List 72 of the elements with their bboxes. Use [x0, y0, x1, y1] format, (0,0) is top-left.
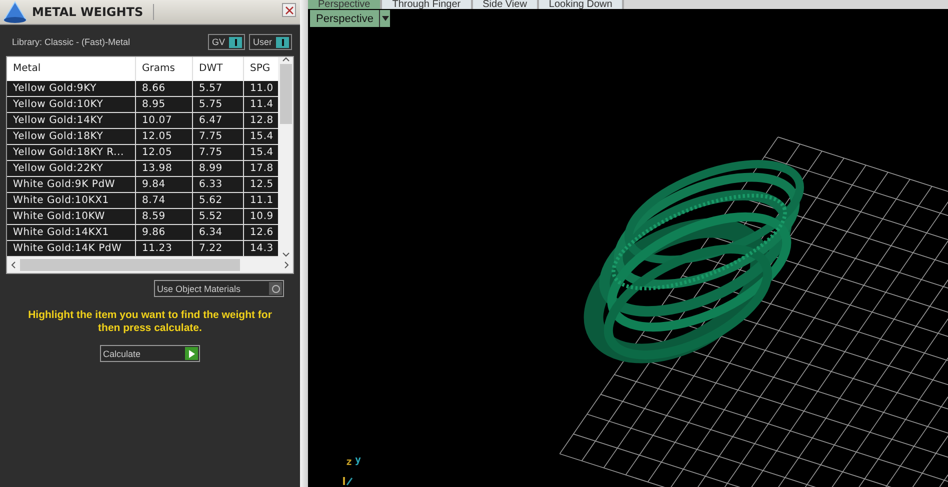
table-cell: 5.52	[193, 209, 244, 225]
toggle-button[interactable]: User	[248, 34, 292, 50]
table-cell: Yellow Gold:22KY	[7, 161, 136, 177]
view-dropdown[interactable]: Perspective	[310, 10, 390, 27]
table-cell: White Gold:14KX1	[7, 225, 136, 241]
table-cell: Yellow Gold:10KY	[7, 97, 136, 113]
table-cell: White Gold:10KW	[7, 209, 136, 225]
pyramid-logo-icon	[2, 0, 28, 24]
table-cell: 5.57	[193, 81, 244, 97]
table-cell: 6.34	[193, 225, 244, 241]
table-cell: 6.33	[193, 177, 244, 193]
table-cell: 11.0	[244, 81, 278, 97]
view-tab[interactable]: Side View	[472, 0, 539, 9]
table-cell: 12.05	[136, 145, 193, 161]
table-cell: 13.98	[136, 161, 193, 177]
3d-viewport[interactable]: Perspective z y	[308, 9, 948, 487]
play-icon	[188, 350, 194, 358]
table-cell: White Gold:10KX1	[7, 193, 136, 209]
table-cell: 8.59	[136, 209, 193, 225]
table-cell: 14.3	[244, 241, 278, 257]
calculate-button[interactable]: Calculate	[100, 345, 200, 362]
caret-icon	[382, 16, 389, 21]
table-cell: 12.8	[244, 113, 278, 129]
table-cell: 12.5	[244, 177, 278, 193]
table-cell: 8.74	[136, 193, 193, 209]
table-cell: 17.8	[244, 161, 278, 177]
table-cell: White Gold:9K PdW	[7, 177, 136, 193]
scroll-left-icon[interactable]	[11, 261, 16, 269]
view-tab[interactable]: Looking Down	[538, 0, 624, 9]
close-button[interactable]	[282, 3, 296, 17]
scroll-up-icon[interactable]	[282, 57, 290, 62]
table-cell: 9.84	[136, 177, 193, 193]
table-cell: 7.75	[193, 145, 244, 161]
axis-gizmo-drawing	[343, 477, 353, 486]
scroll-thumb[interactable]	[280, 64, 292, 124]
horizontal-scrollbar[interactable]	[7, 257, 293, 273]
panel-title: METAL WEIGHTS	[32, 4, 154, 20]
view-tab[interactable]: Through Finger	[382, 0, 473, 9]
table-cell: 11.23	[136, 241, 193, 257]
table-cell: White Gold:14K PdW	[7, 241, 136, 257]
table-cell: 10.07	[136, 113, 193, 129]
table-cell: 15.4	[244, 145, 278, 161]
table-cell: 5.75	[193, 97, 244, 113]
table-cell: 5.62	[193, 193, 244, 209]
scroll-thumb[interactable]	[20, 259, 240, 271]
table-cell: 9.86	[136, 225, 193, 241]
y-axis-label: y	[355, 455, 362, 466]
table-cell: 15.4	[244, 129, 278, 145]
z-axis-label: z	[346, 457, 352, 468]
table-cell: 7.75	[193, 129, 244, 145]
table-cell: Yellow Gold:14KY	[7, 113, 136, 129]
toggle-button[interactable]: GV	[208, 34, 245, 50]
table-cell: Yellow Gold:18KY	[7, 129, 136, 145]
table-cell: 12.6	[244, 225, 278, 241]
view-tab[interactable]: Perspective	[308, 0, 382, 9]
table-cell: 10.9	[244, 209, 278, 225]
table-cell: 11.4	[244, 97, 278, 113]
instruction-text: Highlight the item you want to find the weight for then press calculate.	[27, 309, 273, 335]
table-cell: 8.66	[136, 81, 193, 97]
scroll-down-icon[interactable]	[282, 252, 290, 257]
table-cell: 8.99	[193, 161, 244, 177]
table-cell: Yellow Gold:18KY R...	[7, 145, 136, 161]
table-cell: 6.47	[193, 113, 244, 129]
vertical-scrollbar[interactable]	[278, 57, 293, 257]
table-cell: 12.05	[136, 129, 193, 145]
table-cell: 11.1	[244, 193, 278, 209]
use-object-materials-toggle[interactable]: Use Object Materials	[154, 280, 284, 297]
table-cell: Yellow Gold:9KY	[7, 81, 136, 97]
library-label: Library: Classic - (Fast)-Metal	[12, 37, 130, 47]
scroll-right-icon[interactable]	[284, 261, 289, 269]
table-cell: 7.22	[193, 241, 244, 257]
table-cell: 8.95	[136, 97, 193, 113]
